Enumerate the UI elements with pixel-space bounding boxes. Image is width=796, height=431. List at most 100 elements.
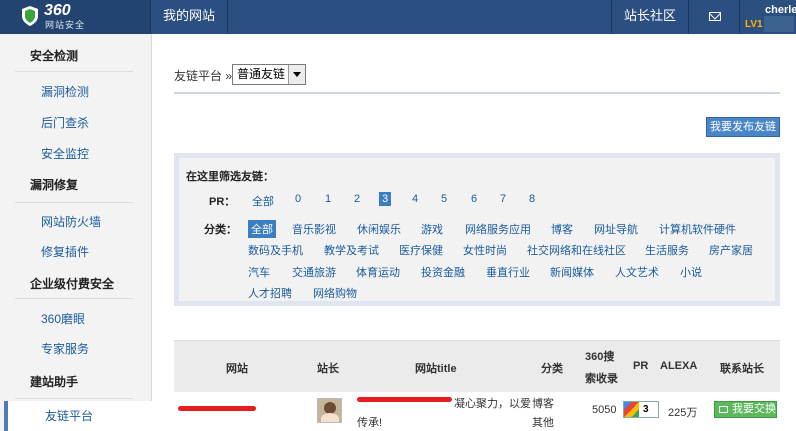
column-header-alexa: ALEXA — [660, 360, 698, 372]
redacted-title-text — [357, 397, 452, 402]
column-header-indexed: 360搜 — [585, 351, 615, 363]
pr-option-all[interactable]: 全部 — [252, 193, 274, 209]
user-name: cherle — [765, 4, 796, 16]
indexed-count: 5050 — [592, 404, 617, 416]
top-bar: 360 网站安全 我的网站 站长社区 cherle LV1 — [0, 0, 796, 34]
divider — [15, 398, 133, 399]
category-option[interactable]: 博客 — [551, 221, 573, 237]
pr-option-2[interactable]: 2 — [354, 193, 360, 205]
sidebar-item-fix-plugin[interactable]: 修复插件 — [0, 237, 151, 268]
sidebar-item-link-platform[interactable]: 友链平台 — [4, 401, 152, 431]
alexa-rank: 225万 — [668, 407, 698, 419]
nav-community[interactable]: 站长社区 — [611, 0, 689, 34]
category-option[interactable]: 投资金融 — [421, 264, 465, 280]
category-option[interactable]: 网址导航 — [594, 221, 638, 237]
site-title-text-line2: 传承! — [357, 417, 383, 429]
divider — [15, 298, 133, 299]
category-option[interactable]: 数码及手机 — [248, 242, 303, 258]
pr-option-8[interactable]: 8 — [529, 193, 535, 205]
mail-button[interactable] — [689, 0, 740, 34]
sidebar-item-security-monitor[interactable]: 安全监控 — [0, 139, 151, 170]
category-option[interactable]: 交通旅游 — [292, 264, 336, 280]
pr-option-4[interactable]: 4 — [412, 193, 418, 205]
category-option[interactable]: 汽车 — [248, 264, 270, 280]
column-header-site: 网站 — [226, 363, 248, 375]
site-title-text: 凝心聚力，以爱 — [454, 398, 531, 410]
category-option[interactable]: 体育运动 — [356, 264, 400, 280]
category-option[interactable]: 人才招聘 — [248, 285, 292, 301]
sidebar-section-enterprise[interactable]: 企业级付费安全 — [0, 268, 151, 300]
nav-my-site[interactable]: 我的网站 — [151, 0, 228, 34]
mail-icon — [709, 12, 721, 21]
category-option[interactable]: 小说 — [680, 264, 702, 280]
pr-option-3[interactable]: 3 — [379, 192, 392, 206]
sidebar: 安全检测 漏洞检测 后门查杀 安全监控 漏洞修复 网站防火墙 修复插件 企业级付… — [0, 34, 152, 431]
category-option[interactable]: 生活服务 — [645, 242, 689, 258]
category-option[interactable]: 游戏 — [421, 221, 443, 237]
column-header-owner: 站长 — [317, 363, 339, 375]
mail-icon — [719, 406, 728, 413]
publish-link-button[interactable]: 我要发布友链 — [706, 117, 780, 137]
column-header-title: 网站title — [415, 363, 457, 375]
column-header-contact: 联系站长 — [720, 363, 764, 375]
category-option[interactable]: 网络服务应用 — [465, 221, 531, 237]
pr-badge: 3 — [623, 401, 659, 418]
avatar[interactable] — [317, 398, 342, 423]
category-option[interactable]: 垂直行业 — [486, 264, 530, 280]
pr-option-0[interactable]: 0 — [295, 193, 301, 205]
category-option[interactable]: 音乐影视 — [292, 221, 336, 237]
category-text: 博客 — [532, 398, 554, 410]
pr-option-1[interactable]: 1 — [325, 193, 331, 205]
sidebar-item-expert-service[interactable]: 专家服务 — [0, 334, 151, 365]
pr-option-5[interactable]: 5 — [441, 193, 447, 205]
logo[interactable]: 360 网站安全 — [0, 0, 151, 34]
category-option[interactable]: 休闲娱乐 — [357, 221, 401, 237]
brand-subtitle: 网站安全 — [45, 20, 86, 30]
sidebar-item-firewall[interactable]: 网站防火墙 — [0, 207, 151, 238]
filter-title: 在这里筛选友链： — [186, 171, 274, 183]
sidebar-section-site-helper[interactable]: 建站助手 — [0, 366, 151, 398]
breadcrumb: 友链平台 » — [174, 69, 233, 83]
category-option[interactable]: 女性时尚 — [463, 242, 507, 258]
filter-panel: 在这里筛选友链： PR： 全部 0 1 2 3 4 5 6 7 8 分类： 全部… — [174, 153, 780, 306]
google-icon — [624, 402, 639, 417]
table-header: 网站 站长 网站title 分类 360搜 索收录 PR ALEXA 联系站长 — [174, 340, 780, 392]
request-exchange-label: 我要交换 — [732, 403, 776, 415]
link-type-select[interactable]: 普通友链 — [232, 64, 306, 85]
category-option[interactable]: 人文艺术 — [615, 264, 659, 280]
pr-option-6[interactable]: 6 — [471, 193, 477, 205]
pr-value: 3 — [643, 404, 649, 415]
category-option[interactable]: 医疗保健 — [399, 242, 443, 258]
divider — [15, 71, 133, 72]
link-type-select-value: 普通友链 — [237, 67, 286, 81]
sidebar-item-vuln-scan[interactable]: 漏洞检测 — [0, 77, 151, 108]
category-option[interactable]: 网络购物 — [313, 285, 357, 301]
divider — [174, 92, 780, 94]
column-header-indexed-line2: 索收录 — [585, 373, 618, 385]
column-header-category: 分类 — [541, 363, 563, 375]
category-option[interactable]: 社交网络和在线社区 — [527, 242, 626, 258]
category-option[interactable]: 计算机软件硬件 — [659, 221, 736, 237]
sidebar-section-security-check[interactable]: 安全检测 — [0, 40, 151, 72]
sidebar-item-backdoor-scan[interactable]: 后门查杀 — [0, 108, 151, 139]
pr-option-7[interactable]: 7 — [500, 193, 506, 205]
pr-filter-label: PR： — [209, 196, 236, 208]
category-option[interactable]: 教学及考试 — [324, 242, 379, 258]
category-option[interactable]: 新闻媒体 — [550, 264, 594, 280]
column-header-pr: PR — [633, 360, 649, 372]
sidebar-section-vuln-fix[interactable]: 漏洞修复 — [0, 169, 151, 201]
shield-icon — [22, 6, 38, 26]
category-option[interactable]: 全部 — [248, 220, 276, 238]
category-filter-label: 分类： — [204, 224, 237, 236]
category-option[interactable]: 房产家居 — [709, 242, 753, 258]
user-level-badge: LV1 — [745, 19, 763, 30]
avatar — [764, 16, 794, 32]
chevron-down-icon — [288, 65, 305, 84]
category-text-line2: 其他 — [532, 417, 554, 429]
sidebar-item-360-eye[interactable]: 360磨眼 — [0, 304, 151, 335]
request-exchange-button[interactable]: 我要交换 — [714, 401, 777, 418]
divider — [15, 202, 133, 203]
main-content: 友链平台 » 普通友链 我要发布友链 在这里筛选友链： PR： 全部 0 1 2… — [152, 34, 796, 431]
redacted-site-link[interactable] — [178, 406, 256, 411]
user-menu[interactable]: cherle LV1 — [740, 0, 796, 34]
